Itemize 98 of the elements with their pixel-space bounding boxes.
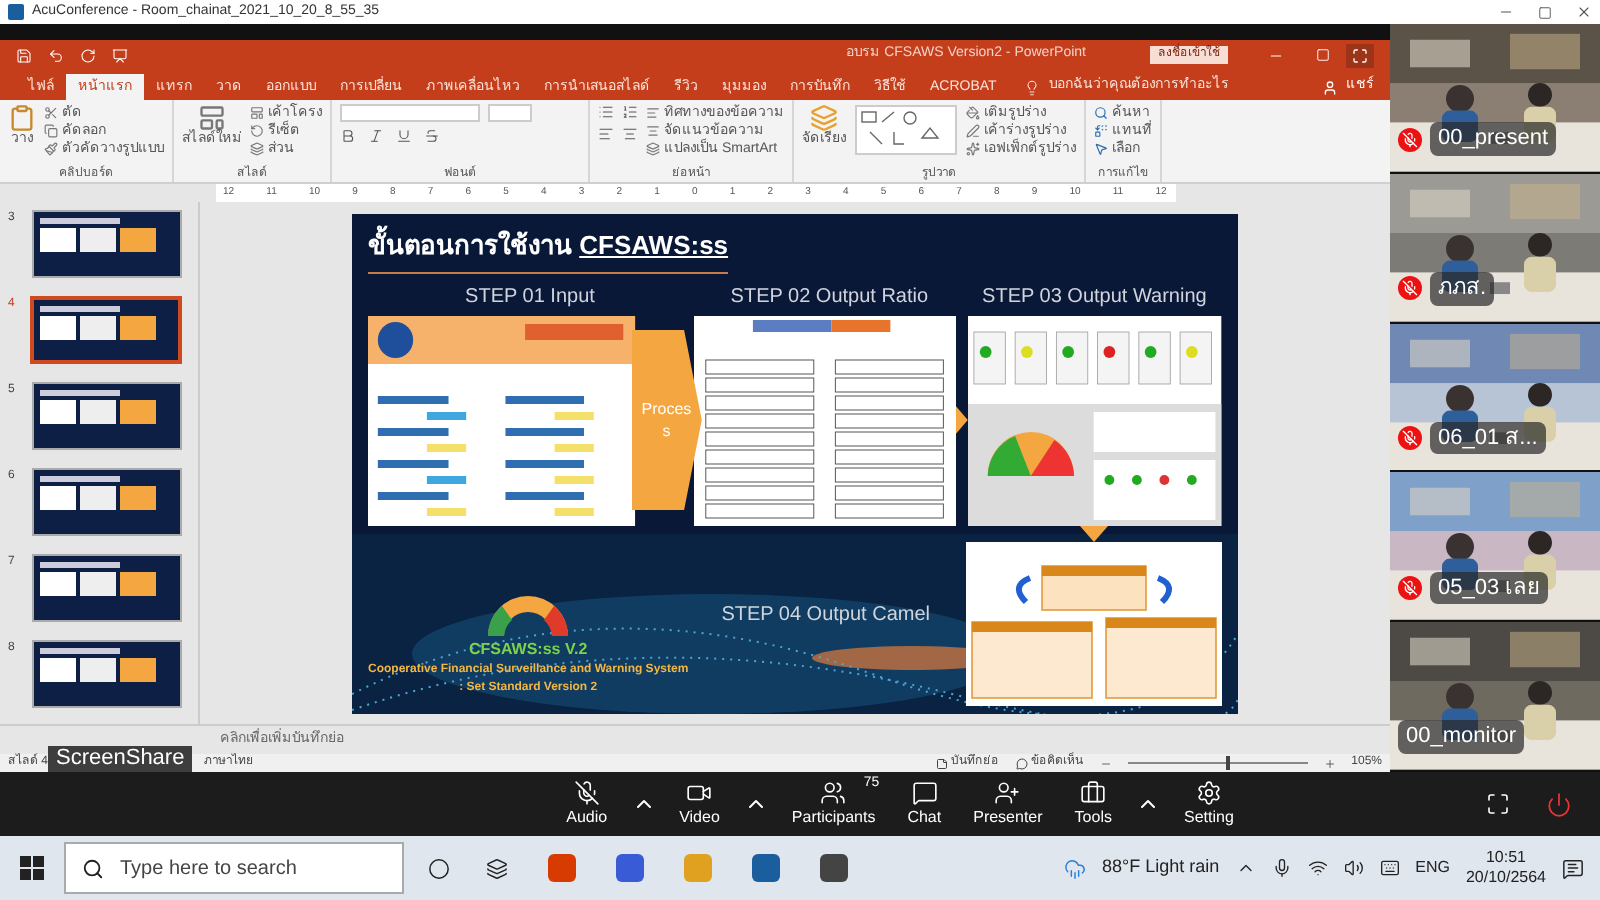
person-plus-icon <box>994 779 1021 805</box>
paint-bucket-icon <box>966 106 980 120</box>
slide-thumbnail[interactable] <box>30 296 182 364</box>
participant-name: ภภส. <box>1430 272 1495 306</box>
slide-thumbnail[interactable] <box>31 210 182 278</box>
slide-thumbnail[interactable] <box>31 468 182 536</box>
pen-icon <box>966 124 980 138</box>
fullscreen-icon[interactable] <box>1486 792 1510 816</box>
participant-name: 00_monitor <box>1398 720 1525 754</box>
maximize-icon[interactable] <box>1538 5 1552 19</box>
underline-icon[interactable] <box>396 128 412 144</box>
cortana-icon[interactable] <box>428 857 450 879</box>
notes-icon <box>935 757 948 769</box>
scissors-icon <box>44 106 58 120</box>
process-text: Proces <box>641 398 692 420</box>
screenshare-label: ScreenShare <box>48 746 193 772</box>
font-name-field[interactable] <box>340 104 480 122</box>
copy-icon <box>44 124 58 138</box>
slide-thumbnail[interactable] <box>31 382 182 450</box>
close-icon[interactable] <box>1576 4 1592 20</box>
align-center-icon[interactable] <box>622 126 638 142</box>
windows-logo-icon[interactable] <box>20 856 44 880</box>
bold-icon[interactable] <box>340 128 356 144</box>
align-center-icon <box>646 124 660 138</box>
keyboard-icon[interactable] <box>1379 858 1400 878</box>
reset-icon <box>250 124 264 138</box>
settings-icon <box>1195 779 1222 805</box>
input-language[interactable]: ENG <box>1415 856 1450 880</box>
weather-text: 88°F Light rain <box>1101 854 1220 881</box>
taskbar-app-icon[interactable] <box>548 854 576 882</box>
step-label: STEP 03 Output Warning <box>980 283 1209 311</box>
participant-name: 05_03 เลย <box>1430 571 1548 605</box>
step-label: STEP 02 Output Ratio <box>728 283 931 311</box>
step-label: STEP 04 Output Camel <box>719 602 932 630</box>
wifi-icon[interactable] <box>1307 858 1328 878</box>
slide-thumbnail[interactable] <box>31 554 182 622</box>
search-icon <box>1094 106 1108 120</box>
mic-icon[interactable] <box>1271 858 1292 878</box>
layers-icon <box>810 104 838 132</box>
notifications-icon[interactable] <box>1562 857 1584 879</box>
align-left-icon[interactable] <box>598 126 614 142</box>
taskbar-app-icon[interactable] <box>752 854 780 882</box>
rain-cloud-icon <box>1063 857 1086 879</box>
search-icon <box>82 857 104 879</box>
pointer-icon <box>1094 142 1108 156</box>
logo-text: CFSAWS:ss V.2 <box>468 637 588 661</box>
layers-icon <box>250 142 264 156</box>
align-left-icon <box>646 106 660 120</box>
redo-icon[interactable] <box>80 47 96 63</box>
process-text: s <box>662 420 671 442</box>
toolbar-button[interactable]: Setting <box>1175 779 1242 829</box>
task-view-icon[interactable] <box>486 857 508 879</box>
taskbar-search-field[interactable]: Type here to search <box>64 842 404 894</box>
shapes-gallery-icon[interactable] <box>854 104 958 156</box>
paintbrush-icon <box>44 142 58 156</box>
toolbar-button[interactable]: Chat <box>899 779 950 829</box>
comment-icon <box>1015 757 1028 769</box>
clipboard-icon <box>8 104 36 132</box>
mic-off-icon <box>573 779 600 805</box>
step-label: STEP 01 Input <box>463 283 597 311</box>
arrow-icon <box>956 406 969 434</box>
participant-name: 06_01 ส... <box>1430 421 1546 455</box>
strikethrough-icon[interactable] <box>424 128 440 144</box>
toolbar-button[interactable]: Video <box>671 779 728 829</box>
bullets-icon[interactable] <box>598 104 614 120</box>
slideshow-icon[interactable] <box>112 47 128 63</box>
undo-icon[interactable] <box>48 47 64 63</box>
toolbar-button[interactable]: Audio <box>558 779 616 829</box>
numbering-icon[interactable] <box>622 104 638 120</box>
slide-thumbnail[interactable] <box>31 640 182 708</box>
leave-icon[interactable] <box>1546 791 1572 817</box>
people-icon <box>820 779 847 805</box>
chat-icon <box>911 779 938 805</box>
taskbar-app-icon[interactable] <box>616 854 644 882</box>
zoom-in-icon[interactable] <box>1323 757 1336 769</box>
toolbar-button[interactable]: Tools <box>1066 779 1120 829</box>
arrow-icon <box>1080 525 1108 541</box>
zoom-thumb[interactable] <box>1226 756 1231 770</box>
user-icon <box>1322 79 1338 95</box>
slide-title: ขั้นตอนการใช้งาน CFSAWS:ss <box>368 229 729 259</box>
clock-time: 10:51 <box>1485 848 1526 868</box>
briefcase-icon <box>1080 779 1107 805</box>
gauge-logo-icon <box>486 593 571 637</box>
volume-icon[interactable] <box>1343 858 1364 878</box>
lightbulb-icon[interactable] <box>1024 79 1041 95</box>
clock-date: 20/10/2564 <box>1465 868 1546 888</box>
save-icon[interactable] <box>16 47 32 63</box>
app-logo-icon <box>8 4 24 20</box>
italic-icon[interactable] <box>368 128 384 144</box>
layers-icon <box>646 142 660 156</box>
font-size-field[interactable] <box>488 104 532 122</box>
layout-icon <box>198 104 226 132</box>
toolbar-button[interactable]: Presenter <box>965 779 1051 829</box>
taskbar-app-icon[interactable] <box>820 854 848 882</box>
layout-icon <box>250 106 264 120</box>
sparkles-icon <box>966 142 980 156</box>
participant-name: 00_present <box>1430 122 1557 156</box>
restore-icon[interactable] <box>1316 48 1330 62</box>
